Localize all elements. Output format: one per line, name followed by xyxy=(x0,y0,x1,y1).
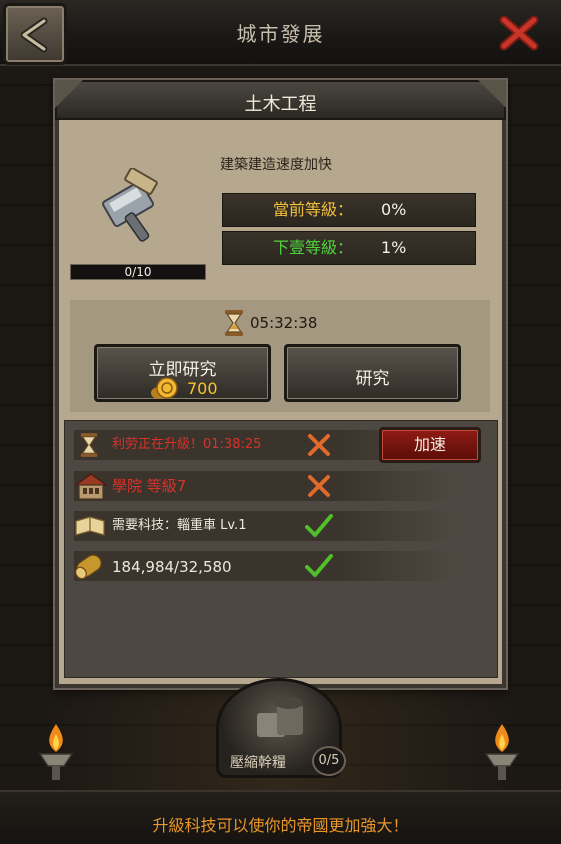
ration-item-label: 壓縮幹糧 xyxy=(230,755,286,771)
check-icon xyxy=(305,554,333,577)
page-title: 城市發展 xyxy=(236,22,325,46)
level-progress-bar: 0/10 xyxy=(70,264,206,280)
hammer-icon xyxy=(102,168,158,242)
current-level-value: 0% xyxy=(381,200,407,219)
wood-log-icon xyxy=(75,554,102,580)
close-button[interactable] xyxy=(498,14,540,52)
instant-research-cost: 700 xyxy=(187,379,218,398)
book-icon xyxy=(75,516,105,536)
research-timer: 05:32:38 xyxy=(250,314,318,332)
progress-text: 0/10 xyxy=(124,265,152,279)
research-button[interactable]: 研究 xyxy=(284,344,461,402)
hourglass-icon xyxy=(80,433,98,457)
academy-building-icon xyxy=(74,473,108,500)
close-x-icon xyxy=(499,15,539,51)
next-level-box: 下壹等級： 1% xyxy=(222,231,476,265)
torch-right-icon xyxy=(484,724,520,780)
tip-text: 升級科技可以使你的帝國更加強大！ xyxy=(152,816,409,835)
torch-left-icon xyxy=(38,724,74,780)
current-level-box: 當前等級： 0% xyxy=(222,193,476,227)
speed-up-button[interactable]: 加速 xyxy=(379,427,481,463)
next-level-value: 1% xyxy=(381,238,407,257)
requirement-text: 學院 等級7 xyxy=(112,477,187,495)
tech-title: 土木工程 xyxy=(244,94,317,115)
instant-research-button[interactable]: 立即研究 700 xyxy=(94,344,271,402)
requirement-text: 利劳正在升級！01:38:25 xyxy=(112,437,262,452)
panel-header: 土木工程 xyxy=(55,80,506,120)
ration-item-count: 0/5 xyxy=(312,746,346,776)
hourglass-icon xyxy=(225,310,243,336)
tech-description: 建築建造速度加快 xyxy=(220,157,332,173)
fail-x-icon xyxy=(308,475,330,497)
research-label: 研究 xyxy=(355,369,390,389)
fail-x-icon xyxy=(308,434,330,456)
top-bar: 城市發展 xyxy=(0,0,561,66)
check-icon xyxy=(305,514,333,537)
next-level-label: 下壹等級： xyxy=(273,238,354,257)
current-level-label: 當前等級： xyxy=(273,200,354,219)
instant-research-label: 立即研究 xyxy=(148,360,217,380)
requirement-text: 需要科技：輜重車 Lv.1 xyxy=(112,518,247,533)
gold-coin-icon xyxy=(151,377,178,399)
requirement-text: 184,984/32,580 xyxy=(112,558,232,576)
